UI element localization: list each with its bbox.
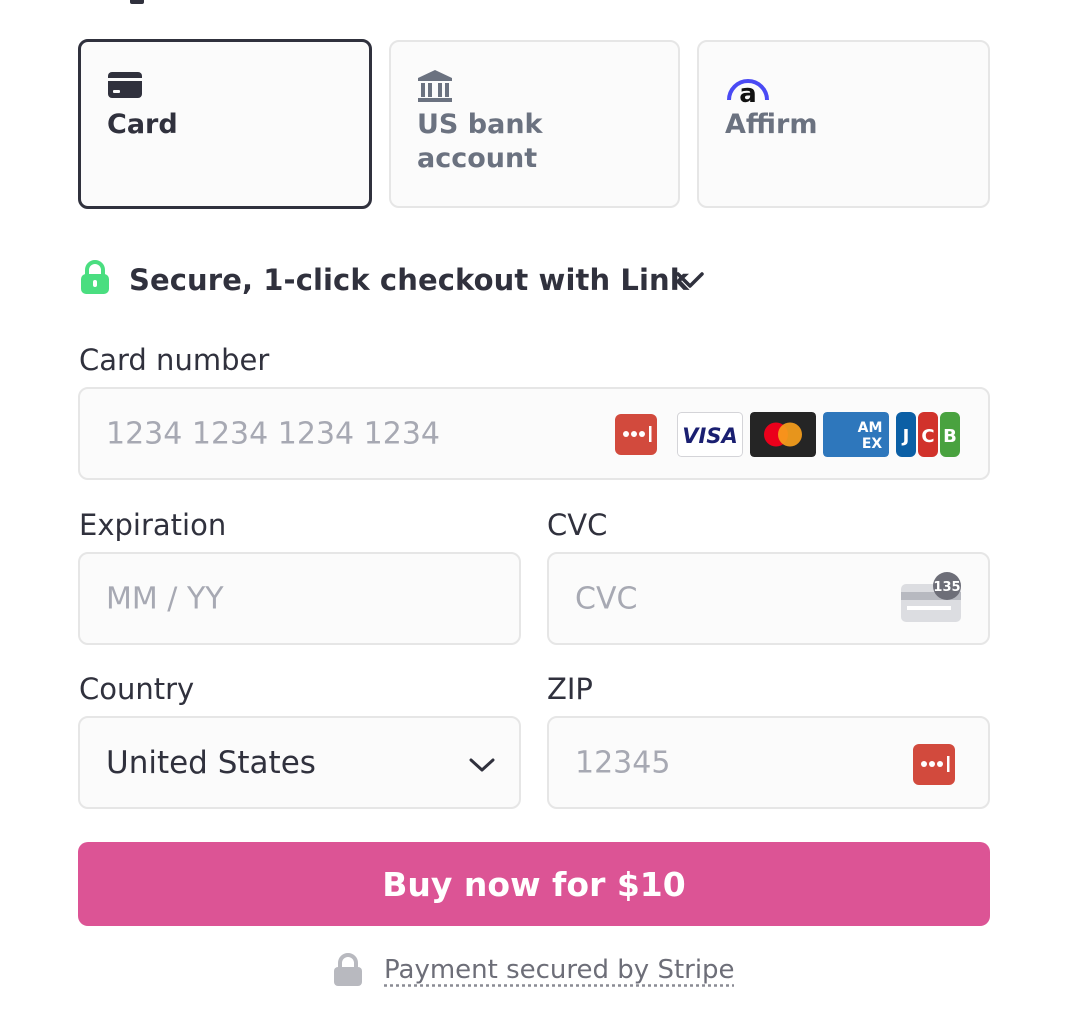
jcb-logo-icon: J C B [896,412,960,457]
expiration-input[interactable]: MM / YY [78,552,521,645]
card-number-label: Card number [79,343,270,377]
link-checkout-text[interactable]: Secure, 1-click checkout with Link [129,260,689,300]
zip-placeholder: 12345 [575,745,671,780]
svg-text:a: a [739,79,757,104]
cvc-badge-text: 135 [933,580,960,595]
cvc-input[interactable]: CVC 135 [547,552,990,645]
card-number-input[interactable]: 1234 1234 1234 1234 VISA AM EX J C B [78,387,990,480]
autofill-icon[interactable] [912,743,956,786]
visa-logo-icon: VISA [677,412,743,457]
tab-card[interactable]: Card [78,39,372,209]
autofill-icon[interactable] [614,412,658,457]
card-number-placeholder: 1234 1234 1234 1234 [106,416,440,451]
tab-affirm-label: Affirm [725,109,818,140]
amex-logo-icon: AM EX [823,412,889,457]
country-select[interactable]: United States [78,716,521,809]
affirm-logo-icon: a [727,79,769,104]
bank-icon [418,70,452,102]
chevron-down-icon[interactable] [675,270,705,290]
expiration-label: Expiration [79,508,227,542]
tab-us-bank-account[interactable]: US bank account [389,40,680,208]
svg-text:J: J [901,426,910,447]
tab-affirm[interactable]: a Affirm [697,40,990,208]
svg-text:EX: EX [862,436,883,452]
lock-icon [81,260,109,294]
mastercard-logo-icon [750,412,816,457]
cvc-label: CVC [547,508,608,542]
tab-us-bank-label-line1: US bank [417,109,543,140]
zip-input[interactable]: 12345 [547,716,990,809]
country-label: Country [79,672,195,706]
tab-us-bank-label: US bank account [417,108,652,176]
section-heading-clipped [78,0,278,6]
zip-label: ZIP [547,672,593,706]
credit-card-icon [108,72,142,98]
payment-secured-link[interactable]: Payment secured by Stripe [384,952,735,988]
buy-now-button[interactable]: Buy now for $10 [78,842,990,926]
lock-icon [334,953,362,986]
svg-text:B: B [943,426,957,447]
tab-us-bank-label-line2: account [417,143,538,174]
svg-text:AM: AM [858,420,883,436]
tab-card-label: Card [107,109,178,140]
chevron-down-icon [469,758,495,772]
expiration-placeholder: MM / YY [106,581,224,616]
visa-logo-text: VISA [682,424,737,448]
country-value: United States [106,744,316,781]
svg-text:C: C [921,426,934,447]
cvc-card-icon: 135 [901,572,961,622]
cvc-placeholder: CVC [575,581,638,616]
